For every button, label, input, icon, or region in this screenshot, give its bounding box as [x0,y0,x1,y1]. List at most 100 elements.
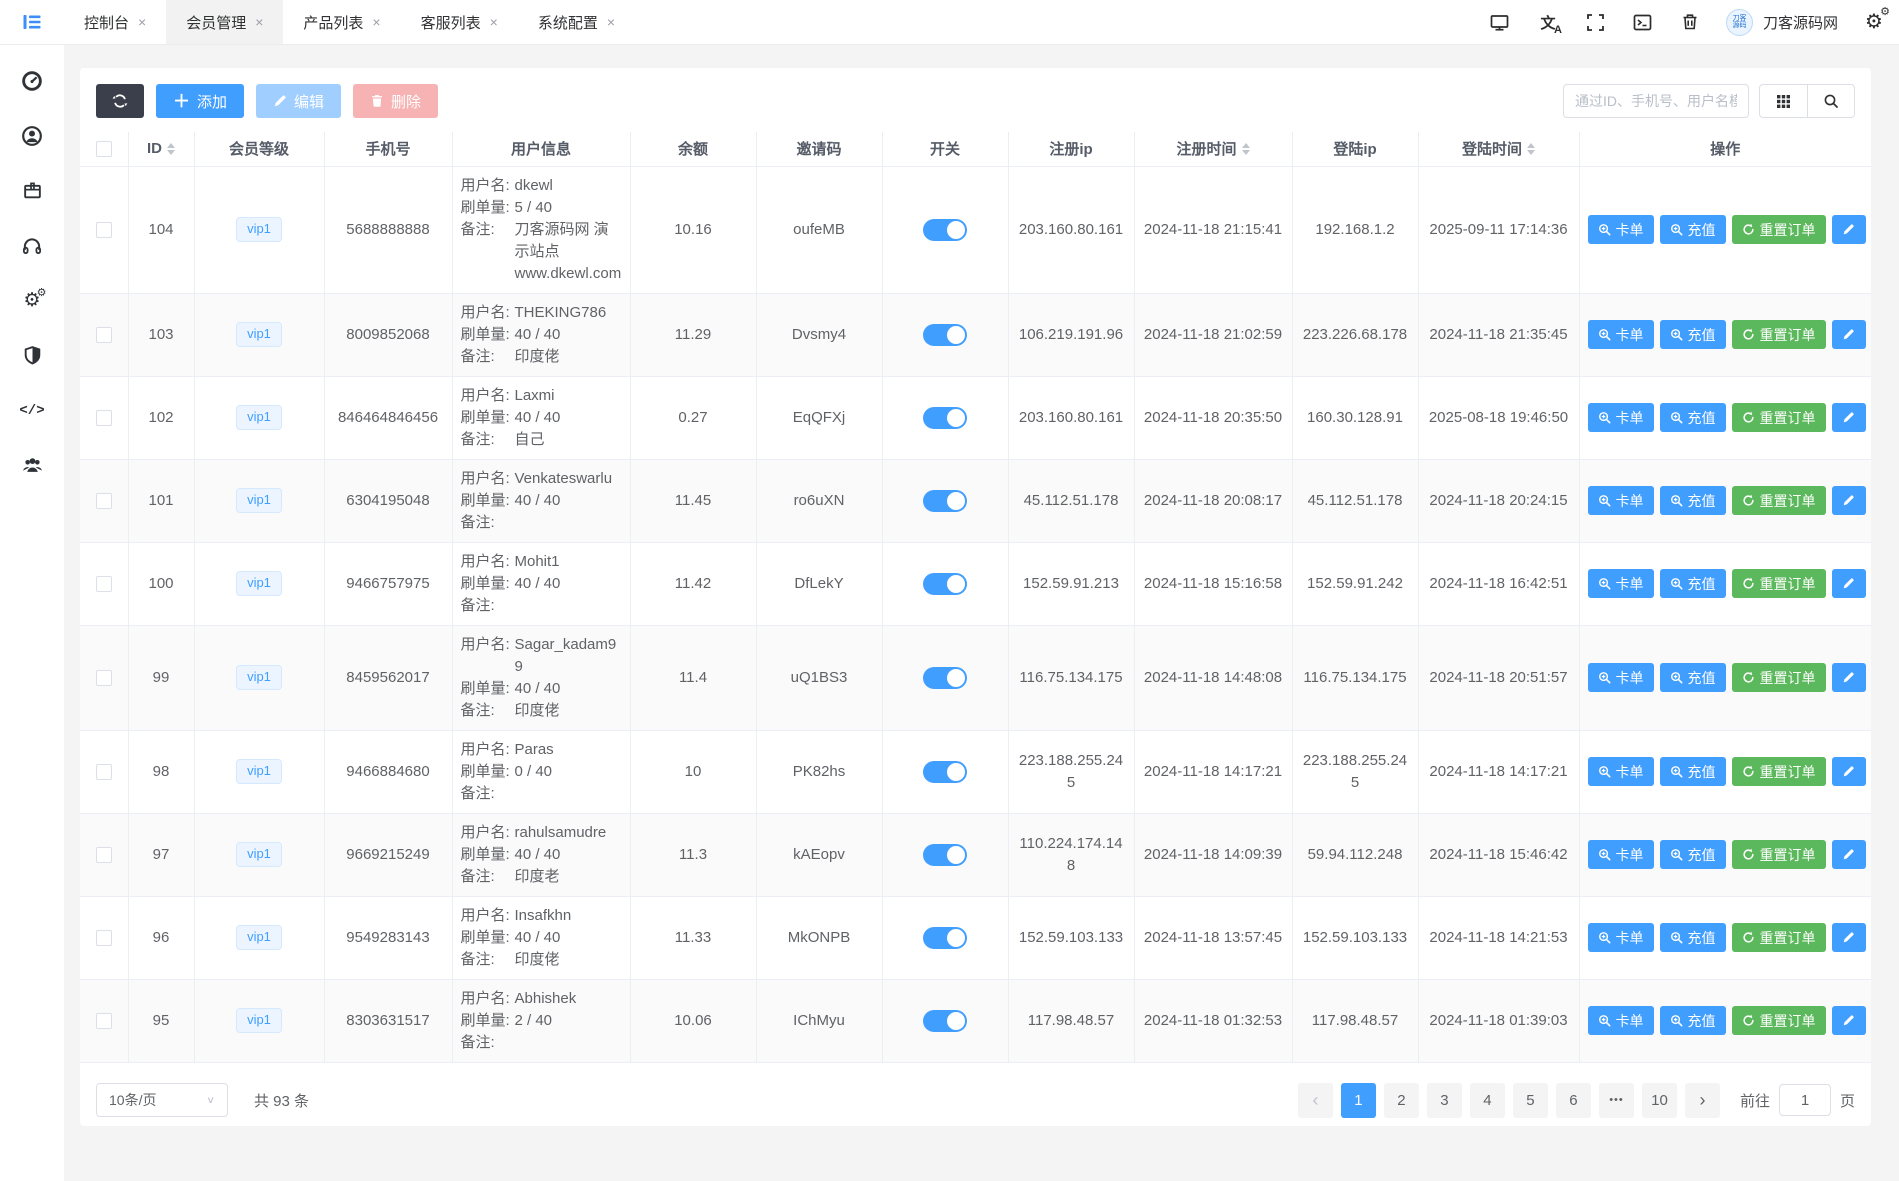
reset-order-button[interactable]: 重置订单 [1732,320,1826,349]
tab-close-icon[interactable]: × [138,15,146,29]
row-checkbox[interactable] [96,410,112,426]
search-button[interactable] [1807,84,1855,118]
sort-carets-icon[interactable] [1242,143,1250,155]
card-order-button[interactable]: 卡单 [1588,569,1654,598]
recharge-button[interactable]: 充值 [1660,320,1726,349]
tab-客服列表[interactable]: 客服列表× [401,0,518,44]
status-toggle[interactable] [923,667,967,689]
row-checkbox[interactable] [96,493,112,509]
search-input[interactable] [1563,84,1749,118]
goto-page-input[interactable] [1779,1084,1831,1116]
status-toggle[interactable] [923,927,967,949]
settings-gear-icon[interactable]: ⚙⚙ [1863,11,1885,33]
page-button-3[interactable]: 3 [1427,1083,1462,1118]
status-toggle[interactable] [923,490,967,512]
row-edit-button[interactable] [1832,403,1866,432]
page-button-1[interactable]: 1 [1341,1083,1376,1118]
user-name[interactable]: 刀客源码网 [1763,12,1838,33]
recharge-button[interactable]: 充值 [1660,840,1726,869]
monitor-icon[interactable] [1489,11,1511,33]
card-order-button[interactable]: 卡单 [1588,403,1654,432]
row-edit-button[interactable] [1832,663,1866,692]
tab-close-icon[interactable]: × [490,15,498,29]
row-checkbox[interactable] [96,930,112,946]
sidebar-collapse-button[interactable] [0,0,64,44]
recharge-button[interactable]: 充值 [1660,569,1726,598]
row-checkbox[interactable] [96,327,112,343]
status-toggle[interactable] [923,573,967,595]
terminal-icon[interactable] [1632,11,1654,33]
card-order-button[interactable]: 卡单 [1588,320,1654,349]
reset-order-button[interactable]: 重置订单 [1732,757,1826,786]
reset-order-button[interactable]: 重置订单 [1732,1006,1826,1035]
recharge-button[interactable]: 充值 [1660,757,1726,786]
reset-order-button[interactable]: 重置订单 [1732,569,1826,598]
reset-order-button[interactable]: 重置订单 [1732,403,1826,432]
reset-order-button[interactable]: 重置订单 [1732,840,1826,869]
columns-grid-button[interactable] [1759,84,1807,118]
row-edit-button[interactable] [1832,215,1866,244]
recharge-button[interactable]: 充值 [1660,403,1726,432]
card-order-button[interactable]: 卡单 [1588,663,1654,692]
row-edit-button[interactable] [1832,840,1866,869]
card-order-button[interactable]: 卡单 [1588,1006,1654,1035]
row-checkbox[interactable] [96,764,112,780]
sidebar-item-code[interactable]: </> [0,383,64,438]
reset-order-button[interactable]: 重置订单 [1732,486,1826,515]
reset-order-button[interactable]: 重置订单 [1732,215,1826,244]
delete-button[interactable]: 删除 [353,84,438,118]
page-button-6[interactable]: 6 [1556,1083,1591,1118]
trash-icon[interactable] [1679,11,1701,33]
edit-button[interactable]: 编辑 [256,84,341,118]
status-toggle[interactable] [923,1010,967,1032]
card-order-button[interactable]: 卡单 [1588,840,1654,869]
next-page-button[interactable]: › [1685,1083,1720,1118]
recharge-button[interactable]: 充值 [1660,923,1726,952]
row-edit-button[interactable] [1832,320,1866,349]
recharge-button[interactable]: 充值 [1660,486,1726,515]
add-button[interactable]: ＋ 添加 [156,84,244,118]
select-all-checkbox[interactable] [96,141,112,157]
row-checkbox[interactable] [96,222,112,238]
avatar[interactable]: 刀客 源码 [1726,9,1753,36]
status-toggle[interactable] [923,761,967,783]
page-button-4[interactable]: 4 [1470,1083,1505,1118]
sort-carets-icon[interactable] [1527,143,1535,155]
row-edit-button[interactable] [1832,757,1866,786]
tab-产品列表[interactable]: 产品列表× [283,0,400,44]
sidebar-item-settings[interactable]: ⚙⚙ [0,273,64,328]
card-order-button[interactable]: 卡单 [1588,486,1654,515]
status-toggle[interactable] [923,219,967,241]
recharge-button[interactable]: 充值 [1660,215,1726,244]
sidebar-item-dashboard[interactable] [0,53,64,108]
tab-系统配置[interactable]: 系统配置× [518,0,635,44]
reset-order-button[interactable]: 重置订单 [1732,923,1826,952]
prev-page-button[interactable]: ‹ [1298,1083,1333,1118]
sidebar-item-users[interactable] [0,438,64,493]
row-edit-button[interactable] [1832,486,1866,515]
tab-控制台[interactable]: 控制台× [64,0,166,44]
sidebar-item-products[interactable] [0,163,64,218]
reset-order-button[interactable]: 重置订单 [1732,663,1826,692]
card-order-button[interactable]: 卡单 [1588,923,1654,952]
sidebar-item-members[interactable] [0,108,64,163]
card-order-button[interactable]: 卡单 [1588,215,1654,244]
tab-close-icon[interactable]: × [372,15,380,29]
tab-close-icon[interactable]: × [255,15,263,29]
row-edit-button[interactable] [1832,1006,1866,1035]
page-button-5[interactable]: 5 [1513,1083,1548,1118]
row-checkbox[interactable] [96,670,112,686]
fullscreen-icon[interactable] [1585,11,1607,33]
pager-ellipsis[interactable]: ••• [1599,1083,1634,1118]
row-checkbox[interactable] [96,847,112,863]
recharge-button[interactable]: 充值 [1660,663,1726,692]
card-order-button[interactable]: 卡单 [1588,757,1654,786]
recharge-button[interactable]: 充值 [1660,1006,1726,1035]
translate-icon[interactable]: 文A [1536,11,1560,33]
row-edit-button[interactable] [1832,923,1866,952]
row-edit-button[interactable] [1832,569,1866,598]
page-button-2[interactable]: 2 [1384,1083,1419,1118]
tab-close-icon[interactable]: × [607,15,615,29]
tab-会员管理[interactable]: 会员管理× [166,0,283,44]
row-checkbox[interactable] [96,576,112,592]
